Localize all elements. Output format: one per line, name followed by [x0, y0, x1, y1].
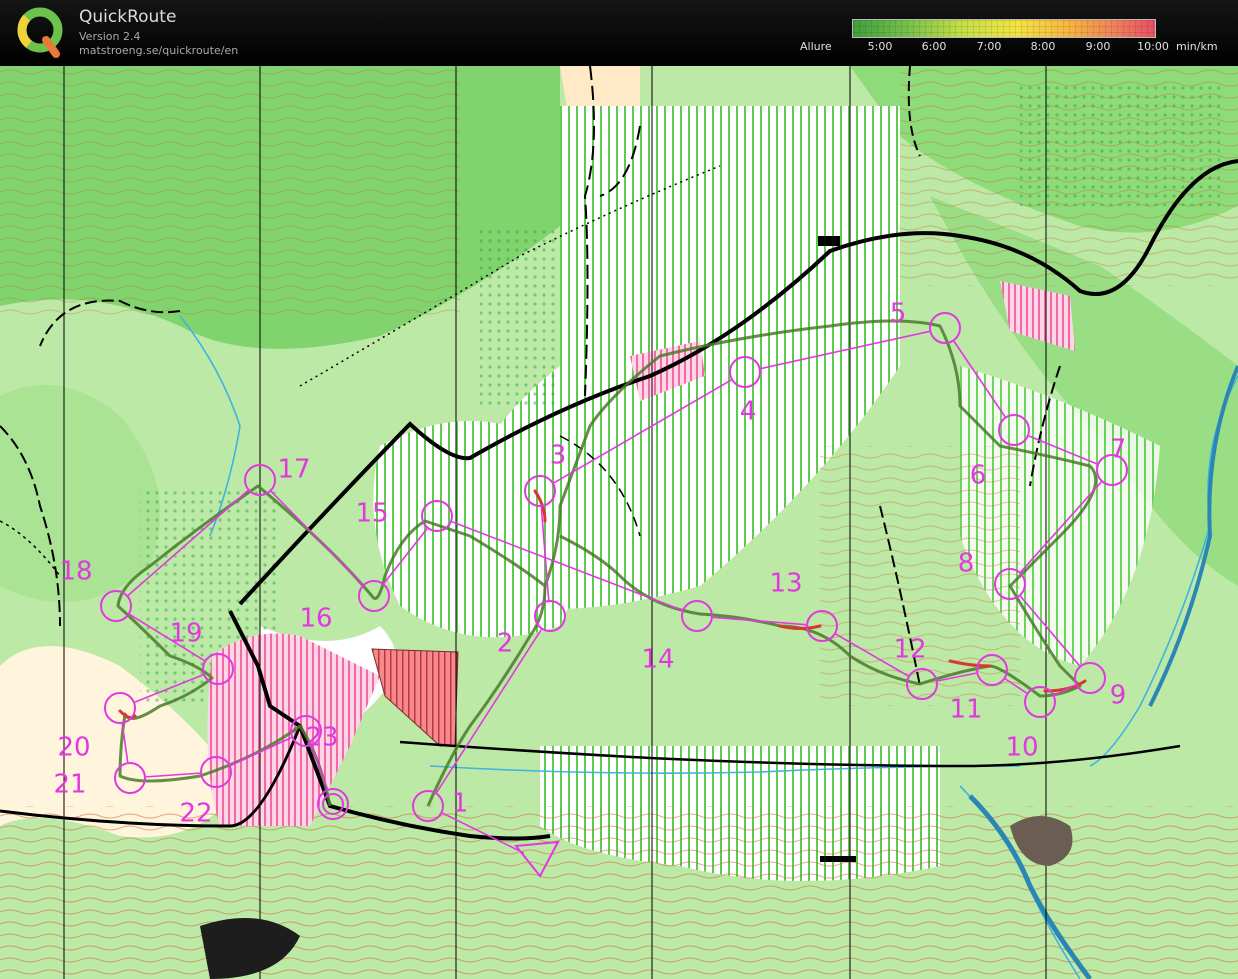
control-number-2: 2 [497, 629, 514, 659]
control-number-13: 13 [769, 569, 802, 599]
control-number-9: 9 [1110, 681, 1127, 711]
pace-tick: 8:00 [1030, 40, 1056, 53]
pace-tick: 5:00 [867, 40, 893, 53]
quickroute-logo-icon [17, 7, 63, 58]
control-number-5: 5 [890, 299, 907, 329]
pace-tick: 10:00 [1137, 40, 1169, 53]
pace-scale-label: Allure [800, 40, 832, 53]
app-url[interactable]: matstroeng.se/quickroute/en [79, 44, 238, 57]
app-title: QuickRoute [79, 7, 177, 27]
control-number-16: 16 [299, 604, 332, 634]
control-number-18: 18 [59, 557, 92, 587]
control-number-8: 8 [958, 549, 975, 579]
pace-tick: 7:00 [976, 40, 1002, 53]
control-number-4: 4 [740, 397, 757, 427]
control-number-10: 10 [1005, 733, 1038, 763]
control-number-11: 11 [949, 695, 982, 725]
pace-color-bar [852, 19, 1156, 38]
orienteering-map[interactable]: 1 2 3 4 5 6 7 8 9 10 11 12 13 14 15 16 17 18 19 20 21 22 23 [0, 66, 1238, 979]
map-canvas[interactable]: 1234567891011121314151617181920212223 [0, 66, 1238, 979]
control-number-23: 23 [305, 723, 338, 753]
pace-tick: 9:00 [1085, 40, 1111, 53]
control-number-3: 3 [550, 441, 567, 471]
control-number-14: 14 [641, 645, 674, 675]
app-version: Version 2.4 [79, 30, 141, 43]
control-number-20: 20 [57, 733, 90, 763]
pace-unit: min/km [1176, 40, 1218, 53]
pace-tick: 6:00 [921, 40, 947, 53]
control-number-17: 17 [277, 455, 310, 485]
control-number-15: 15 [355, 499, 388, 529]
app-header: QuickRoute Version 2.4 matstroeng.se/qui… [0, 0, 1238, 66]
control-number-21: 21 [53, 770, 86, 800]
control-number-22: 22 [179, 799, 212, 829]
control-number-19: 19 [169, 619, 202, 649]
control-number-1: 1 [452, 789, 469, 819]
control-number-12: 12 [893, 635, 926, 665]
control-number-7: 7 [1110, 435, 1127, 465]
control-number-6: 6 [970, 461, 987, 491]
